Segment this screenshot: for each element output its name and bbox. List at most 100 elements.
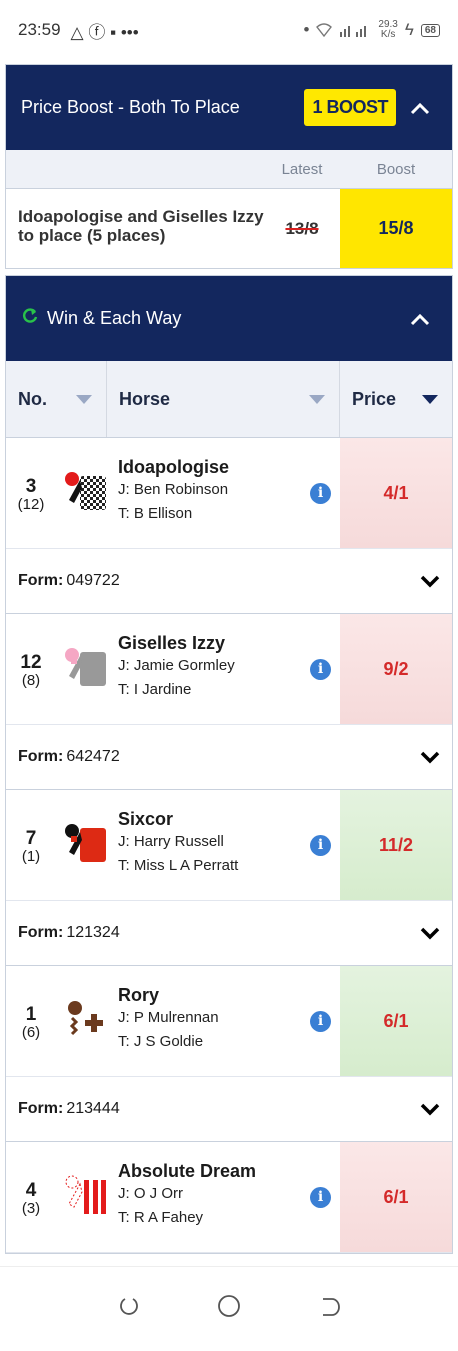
boost-old-price: 13/8 bbox=[285, 218, 319, 238]
jockey-name: J: Harry Russell bbox=[118, 833, 224, 850]
form-row[interactable]: Form: 121324 bbox=[6, 901, 452, 966]
runner-details[interactable]: Absolute Dream J: O J Orr T: R A Fahey bbox=[116, 1142, 310, 1252]
price-button[interactable]: 6/1 bbox=[340, 1142, 452, 1252]
info-icon[interactable]: i bbox=[310, 482, 331, 504]
runner-details[interactable]: Sixcor J: Harry Russell T: Miss L A Perr… bbox=[116, 790, 310, 900]
price-boost-card: Price Boost - Both To Place 1 BOOST Late… bbox=[5, 64, 453, 269]
sort-triangle-icon bbox=[309, 394, 325, 404]
form-value: 213444 bbox=[66, 1100, 120, 1117]
form-row[interactable]: Form: 213444 bbox=[6, 1077, 452, 1142]
form-value: 049722 bbox=[66, 572, 120, 589]
form-row[interactable]: Form: 642472 bbox=[6, 725, 452, 790]
clock: 23:59 bbox=[18, 20, 61, 39]
form-row[interactable]: Form: 049722 bbox=[6, 549, 452, 614]
chevron-down-icon[interactable] bbox=[420, 744, 440, 770]
horse-column-label: Horse bbox=[119, 388, 171, 409]
jockey-silk-icon bbox=[56, 1142, 116, 1252]
jockey-name: J: P Mulrennan bbox=[118, 1009, 219, 1026]
runner-number: 3 bbox=[25, 475, 37, 497]
runner-row: 12 (8) Giselles Izzy J: Jamie Gormley T:… bbox=[6, 614, 452, 725]
chevron-up-icon[interactable] bbox=[400, 306, 440, 332]
info-icon[interactable]: i bbox=[310, 1010, 331, 1032]
jockey-name: J: Jamie Gormley bbox=[118, 657, 235, 674]
runner-number: 4 bbox=[25, 1179, 37, 1201]
home-icon[interactable] bbox=[217, 1293, 241, 1325]
price-button[interactable]: 9/2 bbox=[340, 614, 452, 724]
runner-details[interactable]: Rory J: P Mulrennan T: J S Goldie bbox=[116, 966, 310, 1076]
info-icon[interactable]: i bbox=[310, 658, 331, 680]
trainer-name: T: R A Fahey bbox=[118, 1209, 204, 1226]
trainer-name: T: J S Goldie bbox=[118, 1033, 204, 1050]
jockey-silk-icon bbox=[56, 790, 116, 900]
runner-table-header: No. Horse Price bbox=[6, 361, 452, 438]
boost-column-header: Boost bbox=[376, 160, 416, 178]
chevron-down-icon[interactable] bbox=[420, 920, 440, 946]
jockey-name: J: O J Orr bbox=[118, 1185, 183, 1202]
price-boost-header[interactable]: Price Boost - Both To Place 1 BOOST bbox=[6, 65, 452, 150]
jockey-silk-icon bbox=[56, 966, 116, 1076]
runner-draw: (12) bbox=[17, 495, 45, 513]
sort-triangle-icon bbox=[76, 394, 92, 404]
number-column-label: No. bbox=[18, 388, 47, 409]
win-each-way-card: Win & Each Way No. Horse Price 3 (12) Id… bbox=[5, 275, 453, 1254]
status-bar: 23:59 △ ⓕ ▪ ••• • 29.3 K/s ϟ 68 bbox=[0, 0, 458, 60]
sort-by-horse[interactable]: Horse bbox=[107, 361, 340, 437]
runner-number-cell: 3 (12) bbox=[6, 438, 56, 548]
runner-row: 1 (6) Rory J: P Mulrennan T: J S Goldie … bbox=[6, 966, 452, 1077]
trainer-name: T: B Ellison bbox=[118, 505, 193, 522]
win-each-way-header[interactable]: Win & Each Way bbox=[6, 276, 452, 361]
system-navigation-bar bbox=[0, 1266, 458, 1351]
form-value: 642472 bbox=[66, 748, 120, 765]
form-label: Form: bbox=[18, 572, 64, 589]
form-value: 121324 bbox=[66, 924, 120, 941]
signal-icon bbox=[340, 26, 367, 37]
chevron-down-icon[interactable] bbox=[420, 568, 440, 594]
boost-count-badge: 1 BOOST bbox=[304, 89, 396, 126]
runner-number-cell: 12 (8) bbox=[6, 614, 56, 724]
jockey-silk-icon bbox=[56, 438, 116, 548]
back-icon[interactable] bbox=[318, 1293, 340, 1325]
net-speed-unit: K/s bbox=[380, 29, 396, 40]
price-button[interactable]: 11/2 bbox=[340, 790, 452, 900]
sort-by-price[interactable]: Price bbox=[340, 361, 452, 437]
runner-number: 7 bbox=[25, 827, 37, 849]
trainer-name: T: Miss L A Perratt bbox=[118, 857, 239, 874]
form-label: Form: bbox=[18, 1100, 64, 1117]
runner-draw: (8) bbox=[21, 671, 41, 689]
form-label: Form: bbox=[18, 748, 64, 765]
price-button[interactable]: 4/1 bbox=[340, 438, 452, 548]
charging-icon: ϟ bbox=[404, 20, 414, 39]
runner-number: 1 bbox=[25, 1003, 37, 1025]
sort-triangle-icon bbox=[422, 394, 438, 404]
boost-column-headers: Latest Boost bbox=[6, 150, 452, 188]
boost-price-button[interactable]: 15/8 bbox=[340, 189, 452, 268]
info-icon[interactable]: i bbox=[310, 1186, 331, 1208]
sort-by-number[interactable]: No. bbox=[6, 361, 107, 437]
info-icon[interactable]: i bbox=[310, 834, 331, 856]
dot-icon: • bbox=[303, 20, 310, 39]
runner-draw: (6) bbox=[21, 1023, 41, 1041]
runner-details[interactable]: Idoapologise J: Ben Robinson T: B Elliso… bbox=[116, 438, 310, 548]
price-boost-title: Price Boost - Both To Place bbox=[21, 97, 240, 117]
runner-number: 12 bbox=[20, 651, 42, 673]
runner-number-cell: 4 (3) bbox=[6, 1142, 56, 1252]
net-speed: 29.3 K/s bbox=[378, 20, 397, 40]
runner-number-cell: 7 (1) bbox=[6, 790, 56, 900]
horse-name: Giselles Izzy bbox=[118, 633, 226, 653]
chevron-up-icon[interactable] bbox=[400, 95, 440, 121]
win-each-way-title: Win & Each Way bbox=[47, 308, 182, 328]
price-column-label: Price bbox=[352, 388, 397, 409]
page-content: Price Boost - Both To Place 1 BOOST Late… bbox=[5, 64, 453, 1254]
refresh-icon[interactable] bbox=[21, 307, 39, 330]
wifi-icon bbox=[316, 23, 333, 37]
price-button[interactable]: 6/1 bbox=[340, 966, 452, 1076]
horse-name: Absolute Dream bbox=[118, 1161, 257, 1181]
latest-column-header: Latest bbox=[281, 160, 323, 178]
notification-icons: △ ⓕ ▪ ••• bbox=[70, 22, 139, 42]
chevron-down-icon[interactable] bbox=[420, 1096, 440, 1122]
runner-details[interactable]: Giselles Izzy J: Jamie Gormley T: I Jard… bbox=[116, 614, 310, 724]
runner-row: 4 (3) Absolute Dream J: O J Orr T: R A F… bbox=[6, 1142, 452, 1253]
boost-selection-text: Idoapologise and Giselles Izzy to place … bbox=[18, 207, 264, 245]
recent-apps-icon[interactable] bbox=[118, 1293, 140, 1325]
horse-name: Rory bbox=[118, 985, 160, 1005]
